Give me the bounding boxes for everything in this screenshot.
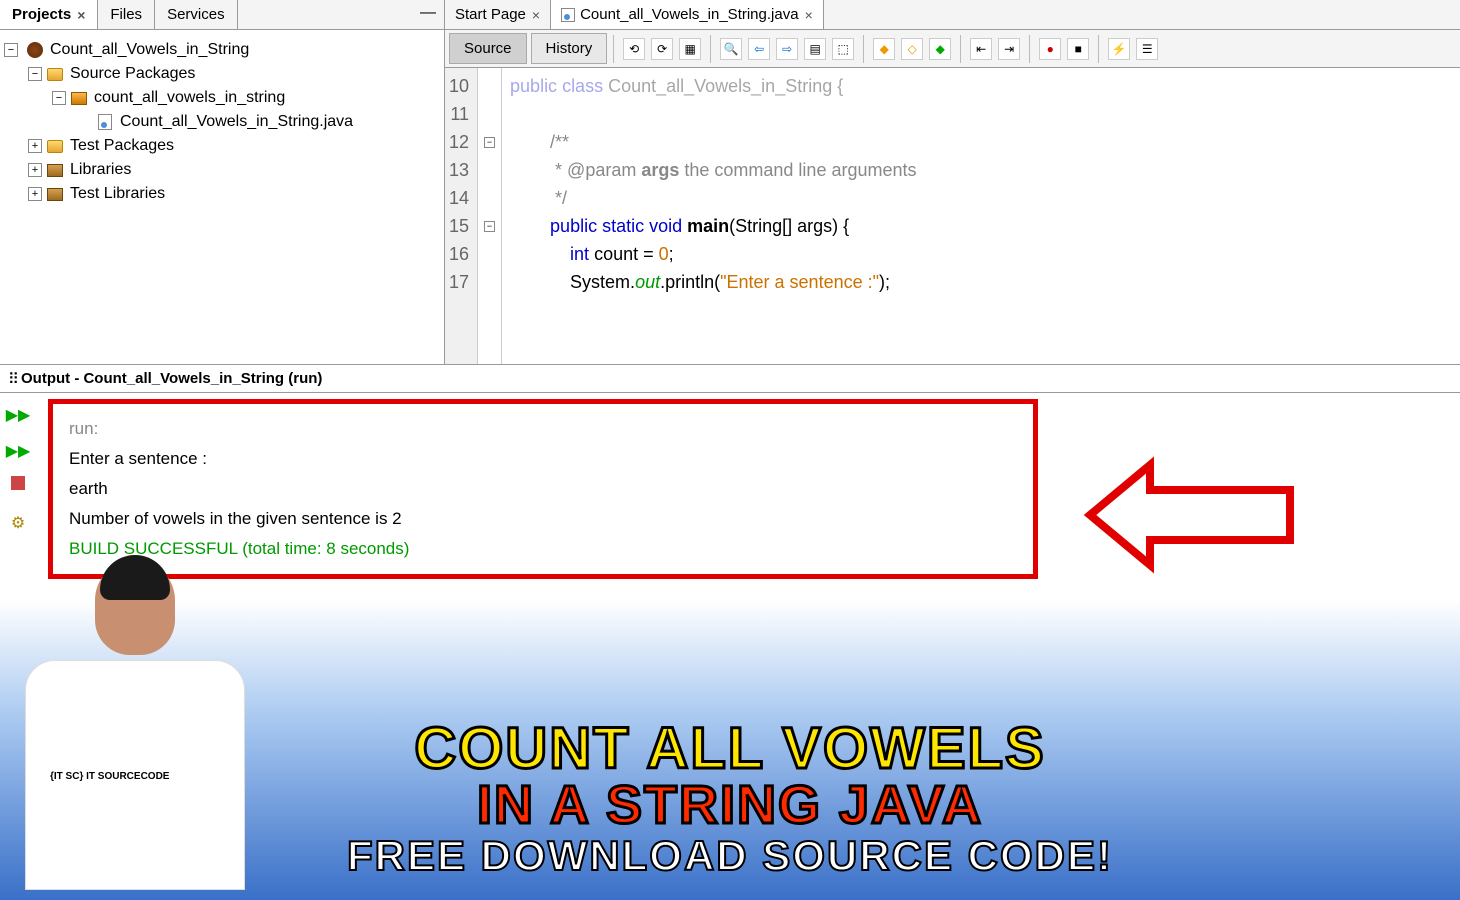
stop-icon[interactable]: ■ [1067, 38, 1089, 60]
fold-icon[interactable]: − [484, 137, 495, 148]
toolbar-icon[interactable]: ⬚ [832, 38, 854, 60]
rerun-button[interactable]: ▶▶ [4, 401, 32, 429]
fold-gutter: −− [478, 68, 502, 364]
toolbar-icon[interactable]: ⇤ [970, 38, 992, 60]
output-line: run: [69, 414, 1017, 444]
tree-java-file[interactable]: Count_all_Vowels_in_String.java [4, 110, 440, 134]
java-file-icon [561, 8, 575, 22]
expander-icon[interactable]: + [28, 187, 42, 201]
toolbar-icon[interactable]: ☰ [1136, 38, 1158, 60]
person-photo: {IT SC} IT SOURCECODE [20, 560, 250, 900]
prev-icon[interactable]: ⇦ [748, 38, 770, 60]
toolbar-icon[interactable]: ⇥ [998, 38, 1020, 60]
tree-test-packages[interactable]: + Test Packages [4, 134, 440, 158]
package-icon [71, 92, 87, 105]
toolbar-icon[interactable]: ⟲ [623, 38, 645, 60]
code-editor[interactable]: 1011121314151617 −− public class Count_a… [445, 68, 1460, 364]
tab-java-file[interactable]: Count_all_Vowels_in_String.java× [551, 0, 824, 29]
projects-panel: Projects× Files Services — − Count_all_V… [0, 0, 445, 364]
project-tree: − Count_all_Vowels_in_String − Source Pa… [0, 30, 444, 214]
output-line: earth [69, 474, 1017, 504]
tree-project-root[interactable]: − Count_all_Vowels_in_String [4, 38, 440, 62]
rerun-button[interactable]: ▶▶ [4, 437, 32, 465]
fold-icon[interactable]: − [484, 221, 495, 232]
expander-icon[interactable]: − [28, 67, 42, 81]
tab-files[interactable]: Files [98, 0, 155, 29]
toolbar-icon[interactable]: ▤ [804, 38, 826, 60]
promo-title-2: IN A STRING JAVA [347, 774, 1113, 836]
close-icon[interactable]: × [77, 7, 85, 23]
toolbar-icon[interactable]: ⚡ [1108, 38, 1130, 60]
tab-services[interactable]: Services [155, 0, 238, 29]
find-icon[interactable]: 🔍 [720, 38, 742, 60]
toolbar-icon[interactable]: ◇ [901, 38, 923, 60]
java-file-icon [98, 114, 112, 130]
toolbar-icon[interactable]: ⟳ [651, 38, 673, 60]
output-line: Number of vowels in the given sentence i… [69, 504, 1017, 534]
promo-title-3: FREE DOWNLOAD SOURCE CODE! [347, 832, 1113, 880]
folder-icon [47, 68, 63, 81]
editor-toolbar: Source History ⟲ ⟳ ▦ 🔍 ⇦ ⇨ ▤ ⬚ ◆ ◇ ◆ ⇤ ⇥… [445, 30, 1460, 68]
record-icon[interactable]: ● [1039, 38, 1061, 60]
tab-start-page[interactable]: Start Page× [445, 0, 551, 29]
library-icon [47, 188, 63, 201]
folder-icon [47, 140, 63, 153]
tree-label: Libraries [70, 161, 131, 179]
tree-package[interactable]: − count_all_vowels_in_string [4, 86, 440, 110]
tree-label: Source Packages [70, 65, 195, 83]
expander-icon[interactable]: + [28, 139, 42, 153]
minimize-button[interactable]: — [412, 0, 444, 29]
settings-icon[interactable]: ⚙ [4, 509, 32, 537]
toolbar-icon[interactable]: ◆ [929, 38, 951, 60]
toolbar-icon[interactable]: ◆ [873, 38, 895, 60]
expander-icon[interactable]: + [28, 163, 42, 177]
output-highlight-box: run: Enter a sentence : earth Number of … [48, 399, 1038, 579]
library-icon [47, 164, 63, 177]
output-line: Enter a sentence : [69, 444, 1017, 474]
editor-tabs: Start Page× Count_all_Vowels_in_String.j… [445, 0, 1460, 30]
tab-projects[interactable]: Projects× [0, 0, 98, 29]
tree-label: Test Libraries [70, 185, 165, 203]
close-icon[interactable]: × [805, 7, 813, 23]
toolbar-icon[interactable]: ▦ [679, 38, 701, 60]
tree-label: Test Packages [70, 137, 174, 155]
tree-source-packages[interactable]: − Source Packages [4, 62, 440, 86]
arrow-annotation [1020, 450, 1300, 585]
tree-test-libraries[interactable]: + Test Libraries [4, 182, 440, 206]
project-icon [27, 42, 43, 58]
tree-label: count_all_vowels_in_string [94, 89, 285, 107]
editor-panel: Start Page× Count_all_Vowels_in_String.j… [445, 0, 1460, 364]
expander-icon[interactable]: − [52, 91, 66, 105]
tree-label: Count_all_Vowels_in_String [50, 41, 249, 59]
left-panel-tabs: Projects× Files Services — [0, 0, 444, 30]
next-icon[interactable]: ⇨ [776, 38, 798, 60]
promo-title-1: COUNT ALL VOWELS [347, 715, 1113, 782]
stop-button[interactable] [4, 473, 32, 501]
shirt-logo: {IT SC} IT SOURCECODE [50, 771, 169, 782]
tree-label: Count_all_Vowels_in_String.java [120, 113, 353, 131]
code-content: public class Count_all_Vowels_in_String … [502, 68, 916, 364]
line-numbers: 1011121314151617 [445, 68, 478, 364]
history-button[interactable]: History [531, 33, 608, 64]
close-icon[interactable]: × [532, 7, 540, 23]
output-header: ⠿Output - Count_all_Vowels_in_String (ru… [0, 365, 1460, 393]
expander-icon[interactable]: − [4, 43, 18, 57]
output-title: Output - Count_all_Vowels_in_String (run… [21, 370, 322, 387]
tree-libraries[interactable]: + Libraries [4, 158, 440, 182]
source-button[interactable]: Source [449, 33, 527, 64]
